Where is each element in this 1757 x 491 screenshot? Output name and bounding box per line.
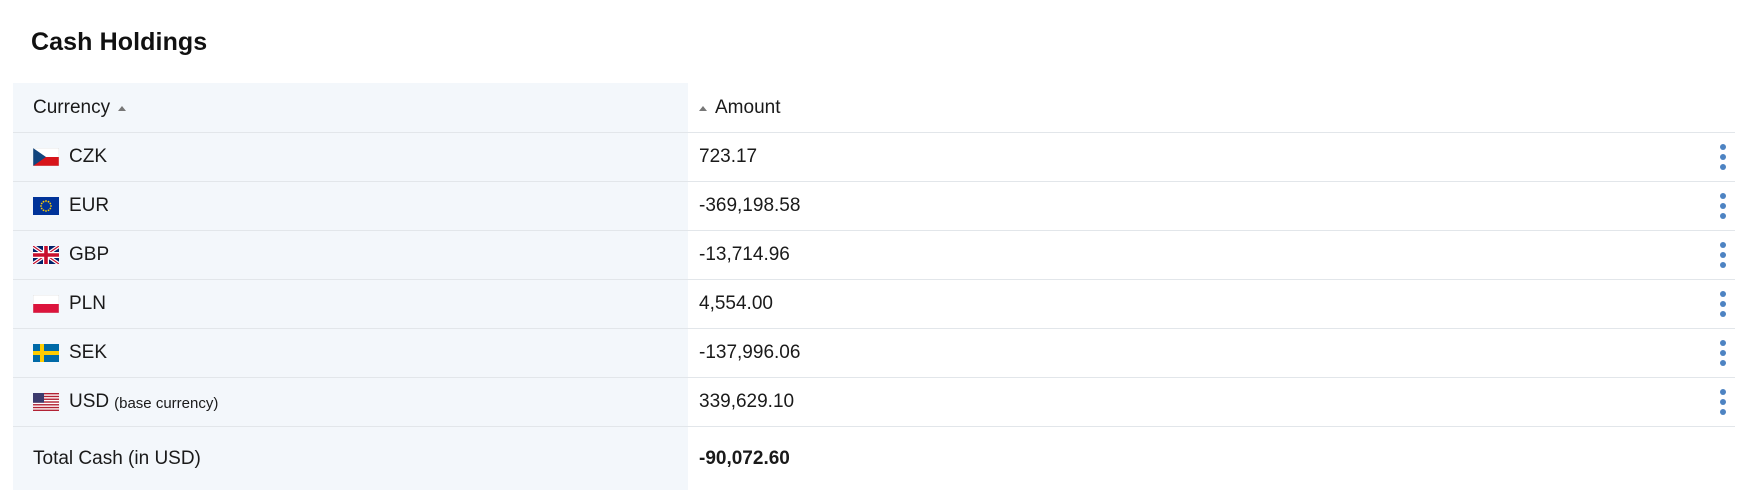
amount-value: 4,554.00 <box>699 293 773 314</box>
currency-code: CZK <box>69 146 107 167</box>
total-amount-cell: -90,072.60 <box>688 427 1735 490</box>
sort-ascending-icon[interactable] <box>699 106 707 111</box>
sort-ascending-icon[interactable] <box>118 106 127 111</box>
total-label: Total Cash (in USD) <box>33 447 201 469</box>
amount-value: 339,629.10 <box>699 391 795 412</box>
currency-code: SEK <box>69 342 108 363</box>
currency-code: PLN <box>69 293 106 314</box>
more-options-icon[interactable] <box>1717 193 1729 219</box>
poland-flag-icon <box>33 295 59 313</box>
currency-cell: PLN <box>13 280 688 328</box>
more-options-icon[interactable] <box>1717 389 1729 415</box>
currency-header-label: Currency <box>33 96 111 118</box>
currency-code: USD <box>69 391 110 412</box>
uk-flag-icon <box>33 246 59 264</box>
amount-header-label: Amount <box>715 96 781 118</box>
cash-holdings-table: Currency Amount CZK 723.17 EUR -369,198.… <box>13 83 1735 490</box>
amount-cell: -13,714.96 <box>688 231 1735 279</box>
more-options-icon[interactable] <box>1717 242 1729 268</box>
czech-flag-icon <box>33 148 59 166</box>
cash-holdings-panel: Cash Holdings Currency Amount CZK 723.17… <box>0 0 1757 491</box>
amount-column-header[interactable]: Amount <box>688 83 1735 132</box>
more-options-icon[interactable] <box>1717 291 1729 317</box>
table-row: GBP -13,714.96 <box>13 231 1735 280</box>
total-label-cell: Total Cash (in USD) <box>13 427 688 490</box>
amount-value: -137,996.06 <box>699 342 801 363</box>
page-title: Cash Holdings <box>31 28 208 56</box>
eu-flag-icon <box>33 197 59 215</box>
amount-cell: 723.17 <box>688 133 1735 181</box>
currency-cell: USD (base currency) <box>13 378 688 426</box>
table-row: EUR -369,198.58 <box>13 182 1735 231</box>
total-amount: -90,072.60 <box>699 447 790 469</box>
table-row: CZK 723.17 <box>13 133 1735 182</box>
more-options-icon[interactable] <box>1717 340 1729 366</box>
more-options-icon[interactable] <box>1717 144 1729 170</box>
amount-cell: 4,554.00 <box>688 280 1735 328</box>
amount-cell: -137,996.06 <box>688 329 1735 377</box>
us-flag-icon <box>33 393 59 411</box>
table-row: PLN 4,554.00 <box>13 280 1735 329</box>
currency-cell: CZK <box>13 133 688 181</box>
table-row: USD (base currency) 339,629.10 <box>13 378 1735 427</box>
currency-cell: GBP <box>13 231 688 279</box>
currency-cell: SEK <box>13 329 688 377</box>
table-row: SEK -137,996.06 <box>13 329 1735 378</box>
base-currency-note: (base currency) <box>114 395 219 412</box>
amount-cell: -369,198.58 <box>688 182 1735 230</box>
currency-column-header[interactable]: Currency <box>13 83 688 132</box>
currency-code: EUR <box>69 195 110 216</box>
amount-value: -369,198.58 <box>699 195 801 216</box>
currency-cell: EUR <box>13 182 688 230</box>
amount-value: -13,714.96 <box>699 244 790 265</box>
amount-cell: 339,629.10 <box>688 378 1735 426</box>
total-row: Total Cash (in USD) -90,072.60 <box>13 427 1735 490</box>
sweden-flag-icon <box>33 344 59 362</box>
currency-code: GBP <box>69 244 110 265</box>
amount-value: 723.17 <box>699 146 758 167</box>
table-header-row: Currency Amount <box>13 83 1735 133</box>
